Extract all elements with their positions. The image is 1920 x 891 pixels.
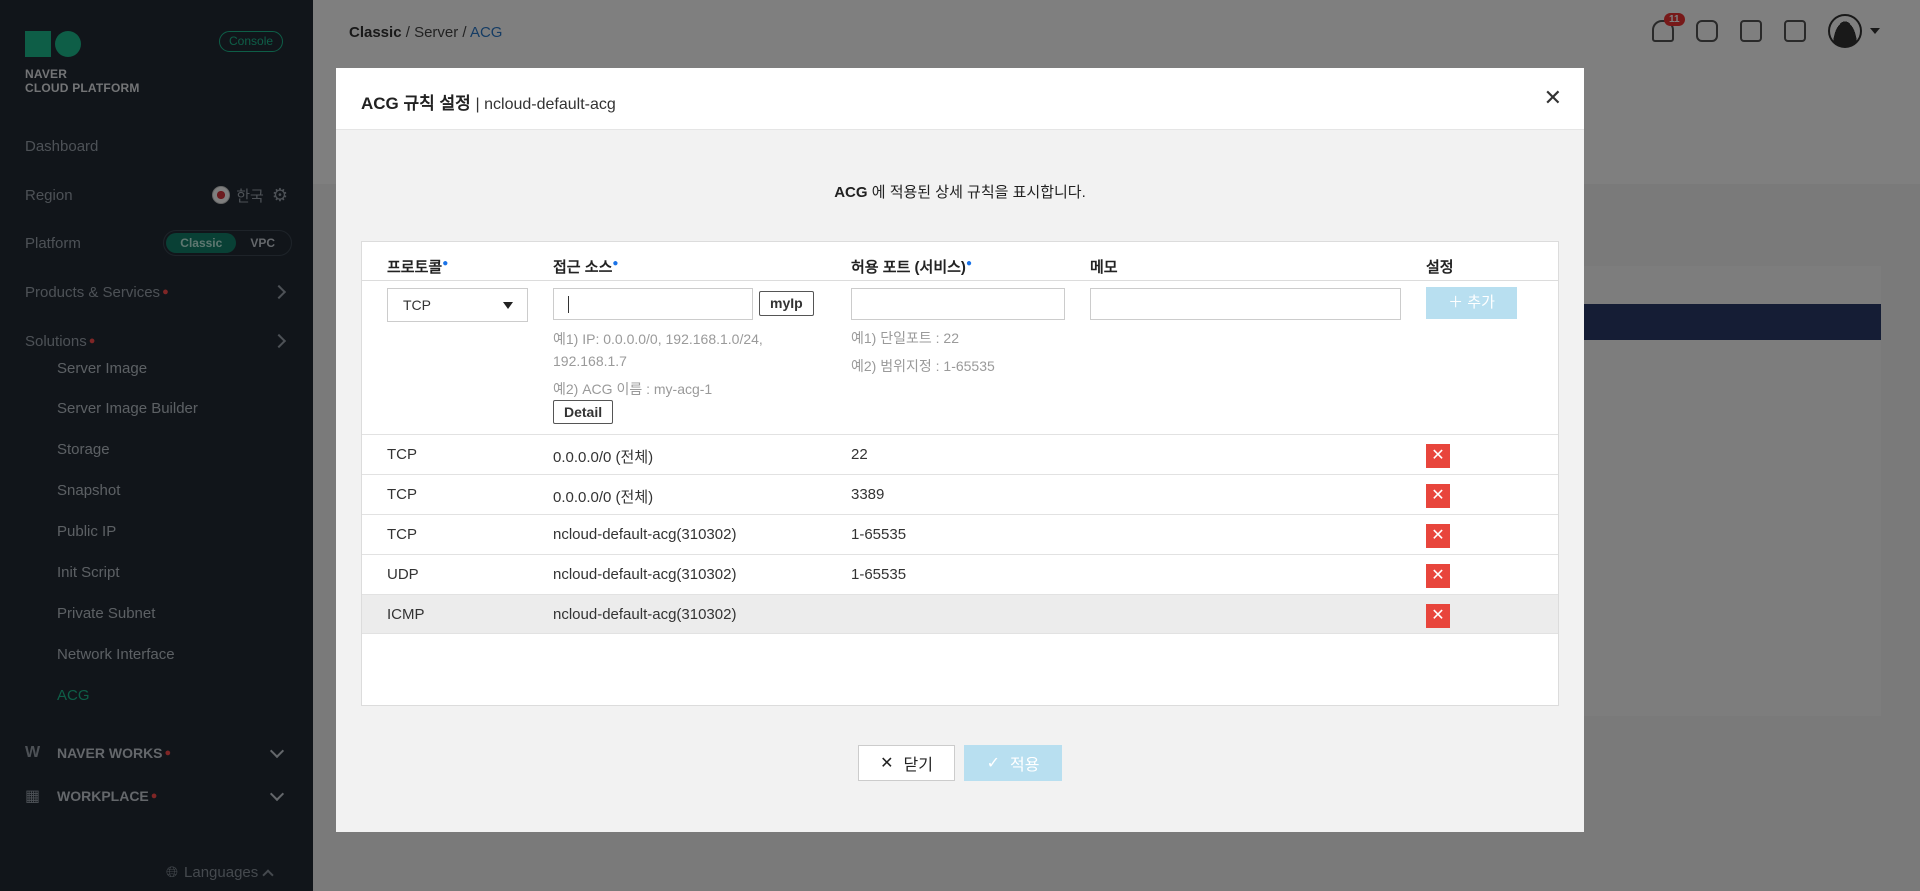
memo-input[interactable] xyxy=(1090,288,1401,320)
dropdown-arrow-icon xyxy=(503,302,513,309)
delete-rule-button[interactable]: ✕ xyxy=(1426,484,1450,508)
acg-rule-modal: ACG 규칙 설정 | ncloud-default-acg ✕ ACG 에 적… xyxy=(336,68,1584,832)
modal-title: ACG 규칙 설정 | ncloud-default-acg xyxy=(361,94,616,113)
modal-header: ACG 규칙 설정 | ncloud-default-acg ✕ xyxy=(336,68,1584,130)
table-row: TCP 0.0.0.0/0 (전체) 22 ✕ xyxy=(362,434,1558,474)
close-button[interactable]: ✕ 닫기 xyxy=(858,745,955,781)
modal-description: ACG 에 적용된 상세 규칙을 표시합니다. xyxy=(834,184,1086,201)
rule-table: 프로토콜● 접근 소스● 허용 포트 (서비스)● 메모 설정 TCP myIp… xyxy=(361,241,1559,706)
port-input[interactable] xyxy=(851,288,1065,320)
check-icon: ✓ xyxy=(986,755,1000,772)
table-row: ICMP ncloud-default-acg(310302) ✕ xyxy=(362,594,1558,634)
close-icon: ✕ xyxy=(880,755,894,772)
col-settings: 설정 xyxy=(1426,259,1454,276)
col-source: 접근 소스● xyxy=(553,258,619,276)
source-input[interactable] xyxy=(553,288,753,320)
delete-rule-button[interactable]: ✕ xyxy=(1426,564,1450,588)
add-rule-button[interactable]: ＋ 추가 xyxy=(1426,287,1517,319)
apply-button[interactable]: ✓ 적용 xyxy=(964,745,1062,781)
table-row: UDP ncloud-default-acg(310302) 1-65535 ✕ xyxy=(362,554,1558,594)
delete-rule-button[interactable]: ✕ xyxy=(1426,524,1450,548)
required-dot-icon: ● xyxy=(965,258,972,269)
table-row: TCP 0.0.0.0/0 (전체) 3389 ✕ xyxy=(362,474,1558,514)
required-dot-icon: ● xyxy=(612,258,619,269)
modal-subtitle: | ncloud-default-acg xyxy=(475,96,616,113)
modal-footer: ✕ 닫기 ✓ 적용 xyxy=(336,745,1584,781)
col-protocol: 프로토콜● xyxy=(387,258,449,276)
plus-icon: ＋ xyxy=(1448,294,1464,311)
required-dot-icon: ● xyxy=(442,258,449,269)
port-hint: 예1) 단일포트 : 22 예2) 범위지정 : 1-65535 xyxy=(851,330,995,374)
table-row: TCP ncloud-default-acg(310302) 1-65535 ✕ xyxy=(362,514,1558,554)
close-icon[interactable]: ✕ xyxy=(1544,87,1562,109)
source-hint: 예1) IP: 0.0.0.0/0, 192.168.1.0/24, 192.1… xyxy=(553,331,763,397)
col-memo: 메모 xyxy=(1090,259,1118,276)
detail-button[interactable]: Detail xyxy=(553,400,614,424)
protocol-select[interactable]: TCP xyxy=(387,288,528,322)
col-port: 허용 포트 (서비스)● xyxy=(851,258,972,276)
delete-rule-button[interactable]: ✕ xyxy=(1426,444,1450,468)
delete-rule-button[interactable]: ✕ xyxy=(1426,604,1450,628)
myip-button[interactable]: myIp xyxy=(759,291,814,316)
